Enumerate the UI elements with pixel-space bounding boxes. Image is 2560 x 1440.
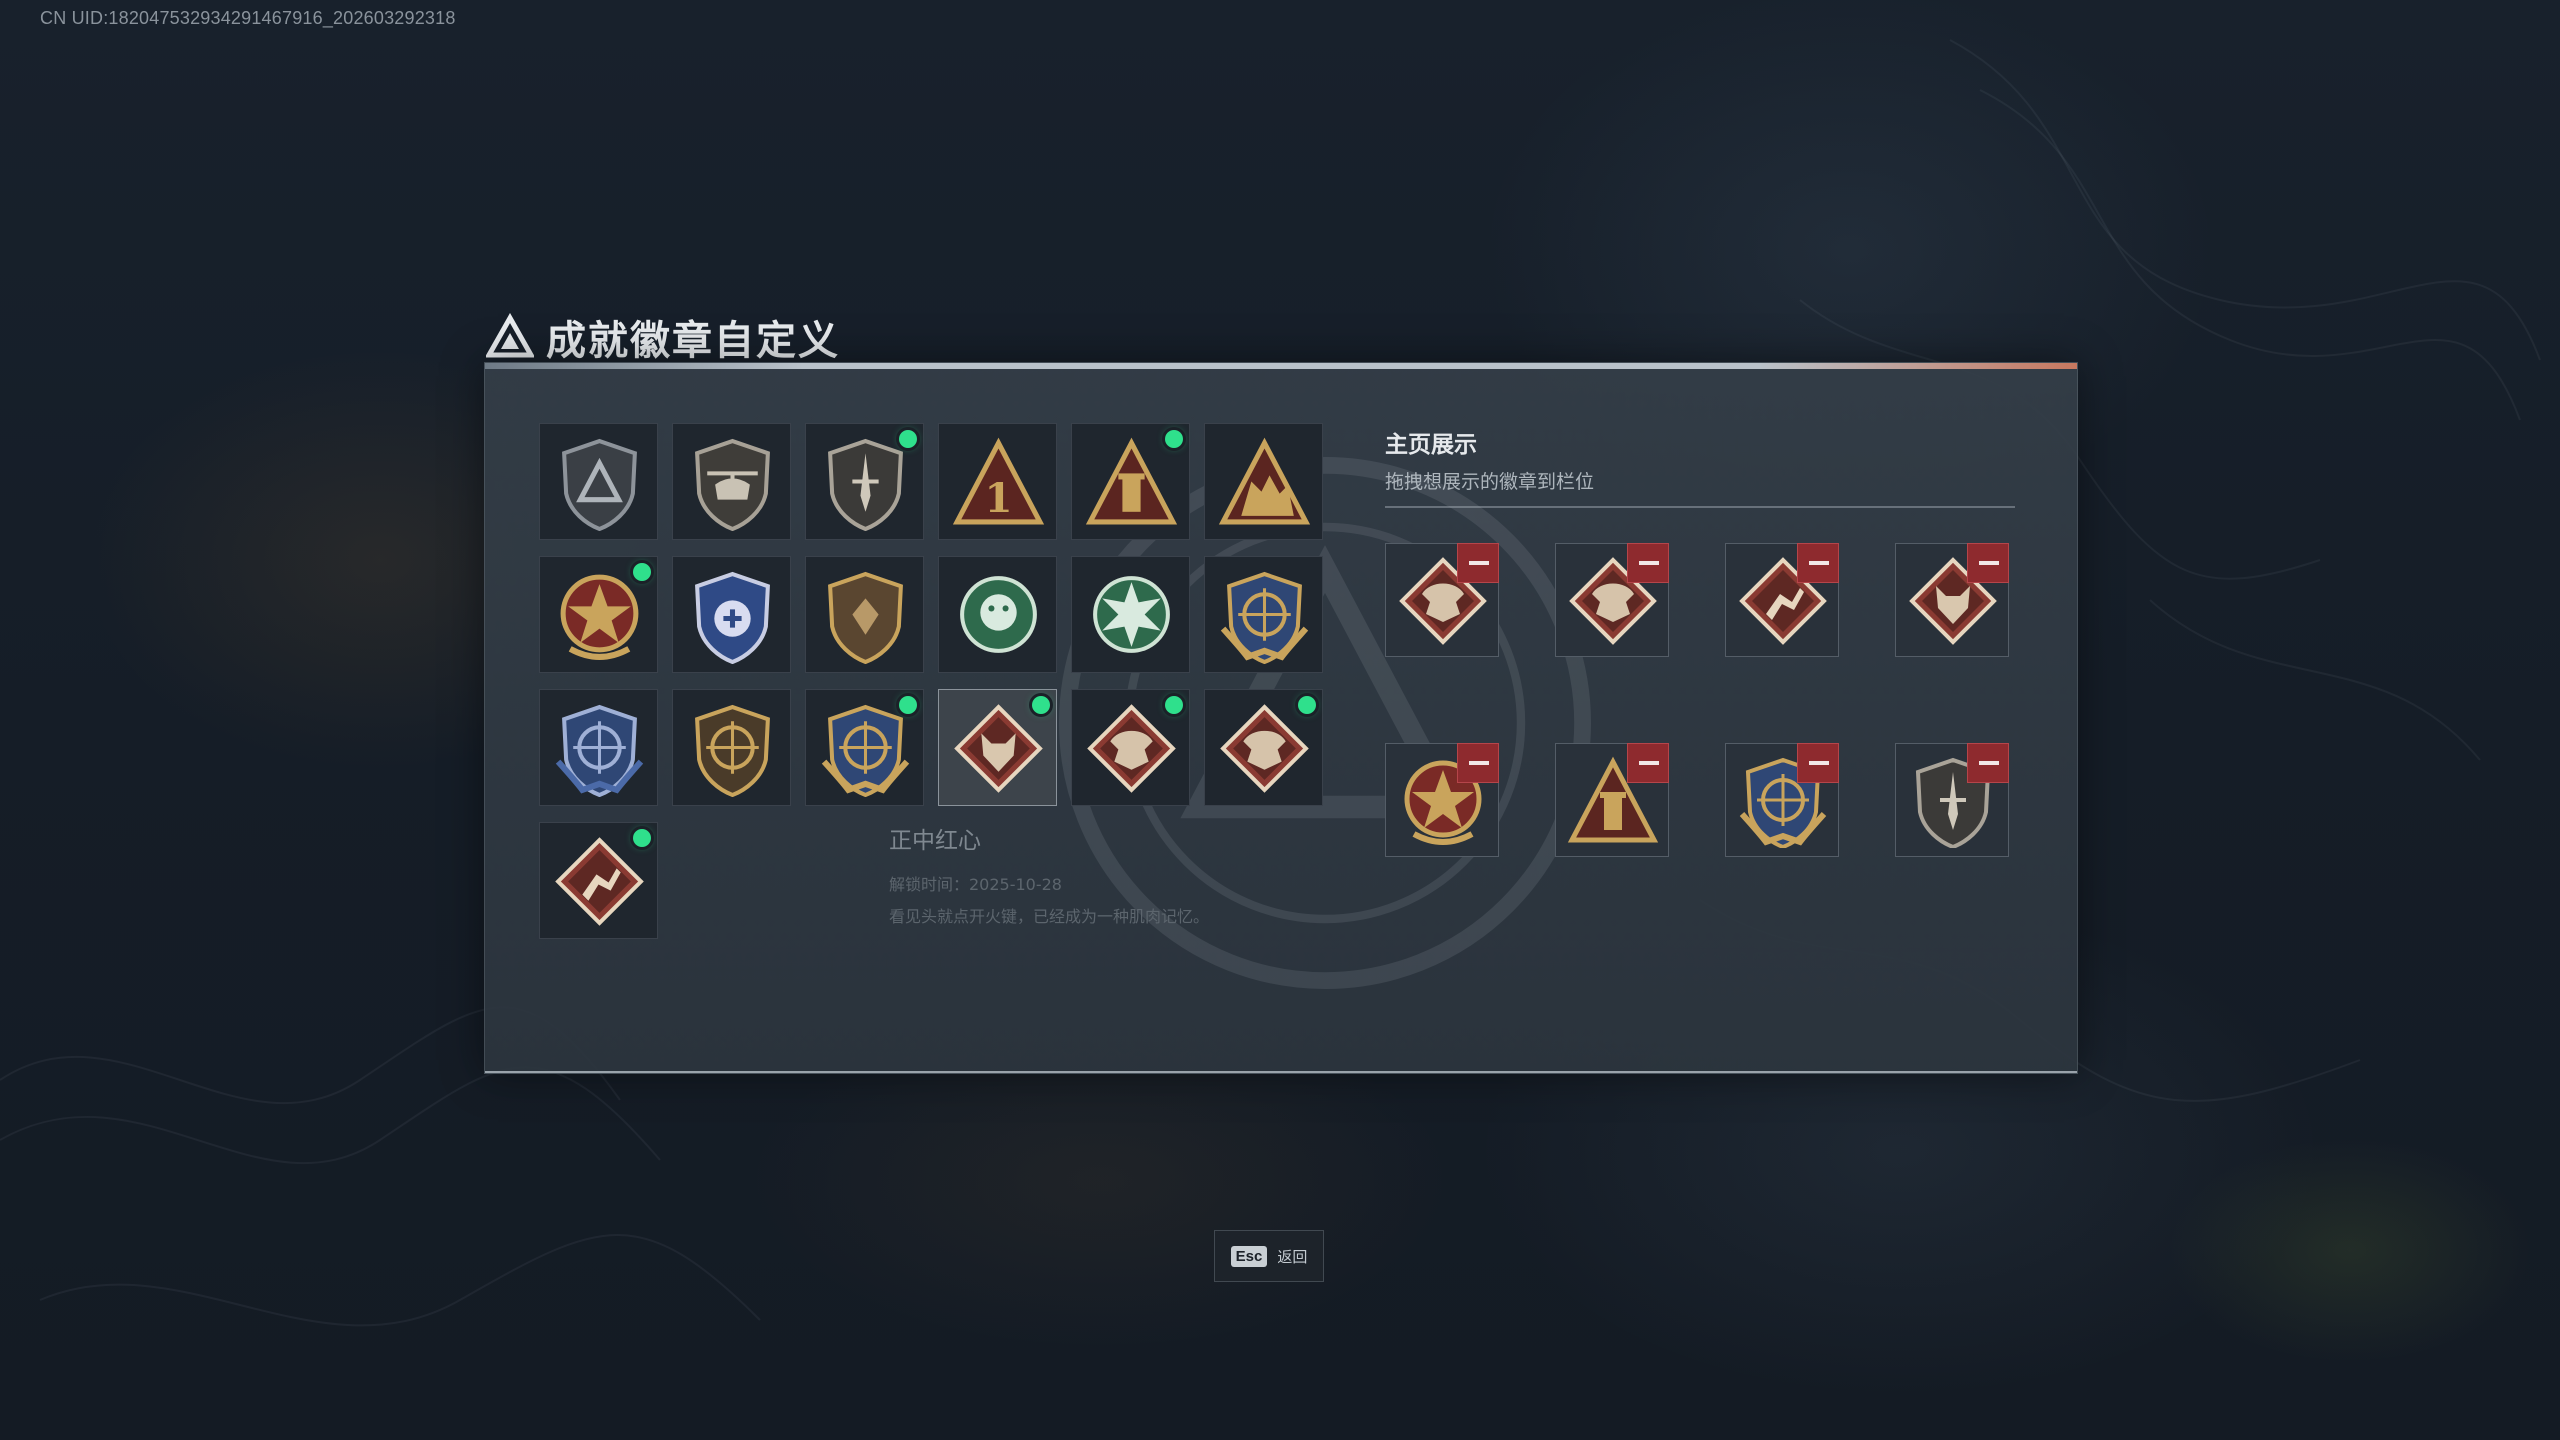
display-slot[interactable] xyxy=(1385,543,1499,657)
panel-top-divider xyxy=(485,363,2077,369)
delta-logo-icon xyxy=(486,313,534,358)
new-indicator-dot xyxy=(899,696,917,714)
bronze-crest-badge-icon xyxy=(828,571,903,664)
esc-key-icon: Esc xyxy=(1230,1245,1268,1267)
back-label: 返回 xyxy=(1277,1247,1308,1266)
badge-cell[interactable]: 1 xyxy=(938,423,1057,540)
display-slot[interactable] xyxy=(1555,743,1669,857)
gold-crosshair-rifle-badge-icon xyxy=(695,704,770,797)
display-slot[interactable] xyxy=(1385,743,1499,857)
triangle-shield-badge-icon xyxy=(562,438,637,531)
tooltip-badge-name: 正中红心 xyxy=(889,828,981,854)
display-slot[interactable] xyxy=(1725,743,1839,857)
badge-cell[interactable] xyxy=(672,423,791,540)
display-subtitle: 拖拽想展示的徽章到栏位 xyxy=(1385,471,1595,493)
back-button[interactable]: Esc 返回 xyxy=(1214,1230,1324,1282)
badge-cell[interactable] xyxy=(672,556,791,673)
badge-cell[interactable] xyxy=(805,423,924,540)
wolf-diamond-badge-icon xyxy=(954,704,1043,793)
panel-bottom-divider xyxy=(485,1071,2077,1073)
tooltip-description: 看见头就点开火键，已经成为一种肌肉记忆。 xyxy=(889,907,1210,926)
remove-badge-button[interactable] xyxy=(1967,743,2009,783)
new-indicator-dot xyxy=(1165,430,1183,448)
page-header: 成就徽章自定义 xyxy=(486,310,840,364)
badge-cell[interactable] xyxy=(539,822,658,939)
display-slot[interactable] xyxy=(1895,743,2009,857)
gold-crosshair-wing-badge-icon xyxy=(1220,571,1309,664)
remove-badge-button[interactable] xyxy=(1627,743,1669,783)
tooltip-unlock-date: 解锁时间：2025-10-28 xyxy=(889,875,1062,894)
badge-cell[interactable] xyxy=(805,556,924,673)
remove-badge-button[interactable] xyxy=(1457,743,1499,783)
remove-badge-button[interactable] xyxy=(1797,543,1839,583)
badge-customize-panel: 1 正中红心 解锁时间：2025-10-28 看见头就点开火键，已经成为一种肌肉… xyxy=(484,362,2078,1074)
badge-cell[interactable] xyxy=(672,689,791,806)
badge-cell[interactable] xyxy=(805,689,924,806)
gold-crosshair-wing-badge-icon xyxy=(821,704,910,797)
blue-police-badge-icon xyxy=(695,571,770,664)
new-indicator-dot xyxy=(1298,696,1316,714)
helicopter-shield-badge-icon xyxy=(695,438,770,531)
badge-cell[interactable] xyxy=(1071,689,1190,806)
blue-crosshair-rifle-badge-icon xyxy=(555,704,644,797)
badge-cell[interactable] xyxy=(539,556,658,673)
number-one-triangle-badge-icon: 1 xyxy=(952,437,1045,525)
badge-cell[interactable] xyxy=(1204,423,1323,540)
svg-text:1: 1 xyxy=(984,474,1012,522)
homepage-display-section: 主页展示 拖拽想展示的徽章到栏位 xyxy=(1385,425,2015,857)
gold-star-medal-badge-icon xyxy=(560,574,639,660)
badge-cell[interactable] xyxy=(1071,556,1190,673)
new-indicator-dot xyxy=(1032,696,1050,714)
badge-cell[interactable] xyxy=(539,423,658,540)
remove-badge-button[interactable] xyxy=(1627,543,1669,583)
new-indicator-dot xyxy=(633,563,651,581)
badge-cell[interactable] xyxy=(539,689,658,806)
soldiers-triangle-badge-icon xyxy=(1218,437,1311,525)
new-indicator-dot xyxy=(633,829,651,847)
remove-badge-button[interactable] xyxy=(1457,543,1499,583)
badge-cell[interactable] xyxy=(938,689,1057,806)
badge-cell[interactable] xyxy=(1071,423,1190,540)
badge-cell[interactable] xyxy=(1204,689,1323,806)
remove-badge-button[interactable] xyxy=(1967,543,2009,583)
new-indicator-dot xyxy=(899,430,917,448)
page-title: 成就徽章自定义 xyxy=(546,318,840,364)
new-indicator-dot xyxy=(1165,696,1183,714)
display-title: 主页展示 xyxy=(1385,432,1477,458)
display-slot[interactable] xyxy=(1895,543,2009,657)
display-divider xyxy=(1385,506,2015,508)
tower-triangle-badge-icon xyxy=(1085,437,1178,525)
dragon-diamond-badge-icon xyxy=(1087,704,1176,793)
display-slot[interactable] xyxy=(1725,543,1839,657)
badge-cell[interactable] xyxy=(1204,556,1323,673)
green-tank-star-badge-icon xyxy=(1093,576,1170,653)
dragon-diamond-badge-icon xyxy=(1220,704,1309,793)
green-lion-badge-icon xyxy=(960,576,1037,653)
remove-badge-button[interactable] xyxy=(1797,743,1839,783)
dagger-shield-badge-icon xyxy=(828,438,903,531)
display-slot[interactable] xyxy=(1555,543,1669,657)
uid-label: CN UID:18204753293429146791​6_2026032923… xyxy=(40,8,456,28)
runner-diamond-badge-icon xyxy=(555,837,644,926)
badge-cell[interactable] xyxy=(938,556,1057,673)
badge-tooltip: 正中红心 解锁时间：2025-10-28 看见头就点开火键，已经成为一种肌肉记忆… xyxy=(889,821,1269,927)
